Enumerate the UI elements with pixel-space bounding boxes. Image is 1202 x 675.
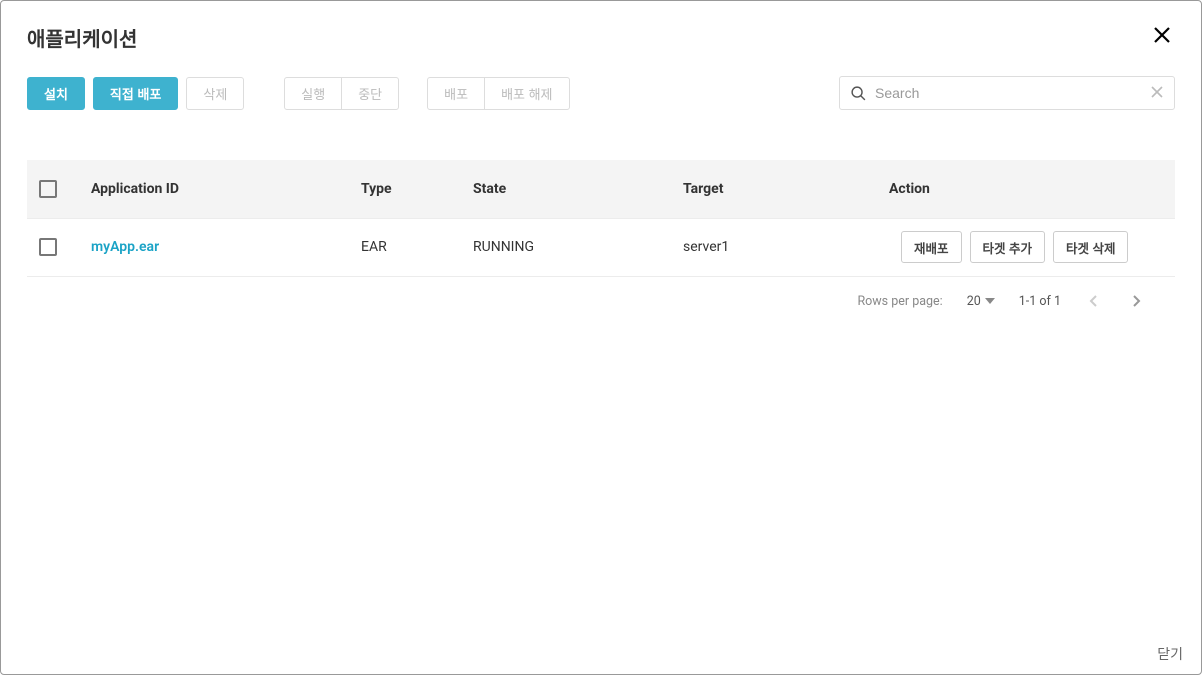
run-button[interactable]: 실행 — [284, 77, 342, 110]
table-pager: Rows per page: 20 1-1 of 1 — [27, 277, 1175, 312]
modal-title: 애플리케이션 — [27, 23, 137, 52]
close-icon[interactable] — [1149, 24, 1175, 51]
cell-state: RUNNING — [461, 218, 671, 276]
search-field[interactable] — [839, 76, 1175, 110]
application-id-link[interactable]: myApp.ear — [91, 239, 159, 255]
add-target-button[interactable]: 타겟 추가 — [970, 231, 1045, 263]
search-icon — [850, 85, 867, 102]
chevron-down-icon — [985, 296, 995, 306]
table-row: myApp.ear EAR RUNNING server1 재배포 타겟 추가 … — [27, 218, 1175, 276]
stop-button[interactable]: 중단 — [341, 77, 399, 110]
deploy-button[interactable]: 배포 — [427, 77, 485, 110]
col-header-action: Action — [877, 160, 1175, 218]
direct-deploy-button[interactable]: 직접 배포 — [93, 77, 178, 110]
col-header-type: Type — [349, 160, 461, 218]
row-checkbox[interactable] — [39, 238, 57, 256]
next-page-button[interactable] — [1127, 291, 1145, 312]
col-header-appid: Application ID — [79, 160, 349, 218]
close-button[interactable]: 닫기 — [1157, 644, 1183, 664]
applications-table: Application ID Type State Target Action … — [27, 160, 1175, 277]
remove-target-button[interactable]: 타겟 삭제 — [1053, 231, 1128, 263]
toolbar: 설치 직접 배포 삭제 실행 중단 배포 배포 해제 — [1, 66, 1201, 116]
clear-search-icon[interactable] — [1150, 85, 1164, 102]
redeploy-button[interactable]: 재배포 — [901, 231, 962, 263]
select-all-checkbox[interactable] — [39, 180, 57, 198]
modal-content: Application ID Type State Target Action … — [1, 116, 1201, 674]
lifecycle-button-group: 실행 중단 — [284, 77, 399, 110]
delete-button[interactable]: 삭제 — [186, 77, 244, 110]
undeploy-button[interactable]: 배포 해제 — [484, 77, 569, 110]
application-modal: 애플리케이션 설치 직접 배포 삭제 실행 중단 배포 배포 해제 — [0, 0, 1202, 675]
search-input[interactable] — [875, 85, 1142, 101]
cell-target: server1 — [671, 218, 877, 276]
col-header-state: State — [461, 160, 671, 218]
deploy-button-group: 배포 배포 해제 — [427, 77, 569, 110]
row-actions: 재배포 타겟 추가 타겟 삭제 — [889, 231, 1163, 263]
rows-per-page-select[interactable]: 20 — [967, 294, 995, 309]
rows-per-page-label: Rows per page: — [857, 294, 942, 309]
modal-header: 애플리케이션 — [1, 1, 1201, 66]
install-button[interactable]: 설치 — [27, 77, 85, 110]
col-header-target: Target — [671, 160, 877, 218]
table-header-row: Application ID Type State Target Action — [27, 160, 1175, 218]
cell-type: EAR — [349, 218, 461, 276]
prev-page-button[interactable] — [1085, 291, 1103, 312]
page-range: 1-1 of 1 — [1019, 294, 1061, 309]
